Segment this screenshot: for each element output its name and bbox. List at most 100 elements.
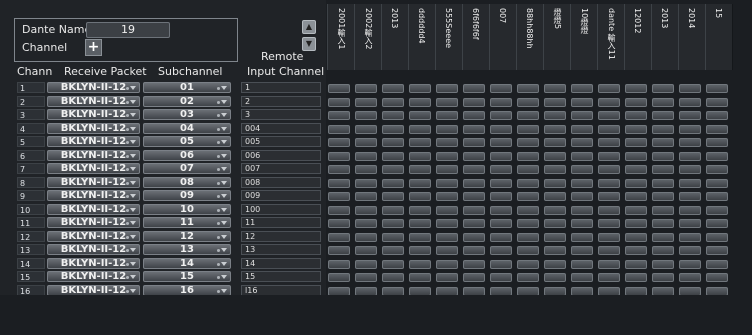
routing-cell[interactable] [463,124,485,134]
scroll-down-button[interactable]: ▼ [302,37,316,51]
routing-cell[interactable] [625,84,647,93]
routing-cell[interactable] [544,84,566,93]
receive-packet-select[interactable]: BKLYN-II-12 [47,176,140,188]
routing-cell[interactable] [490,97,512,107]
routing-cell[interactable] [328,205,350,215]
routing-cell[interactable] [652,124,674,134]
routing-cell[interactable] [517,259,539,269]
routing-cell[interactable] [517,111,539,120]
routing-cell[interactable] [571,151,593,161]
routing-cell[interactable] [436,151,458,161]
routing-cell[interactable] [409,97,431,107]
remote-channel-header[interactable]: 15 [705,4,733,70]
routing-cell[interactable] [436,111,458,120]
routing-cell[interactable] [625,97,647,107]
routing-cell[interactable] [679,97,701,107]
routing-cell[interactable] [679,192,701,201]
routing-cell[interactable] [571,273,593,282]
receive-packet-select[interactable]: BKLYN-II-12 [47,149,140,161]
routing-cell[interactable] [436,124,458,134]
subchannel-select[interactable]: 16 [143,284,231,296]
routing-cell[interactable] [490,111,512,120]
receive-packet-select[interactable]: BKLYN-II-12 [47,271,140,282]
subchannel-select[interactable]: 08 [143,176,231,188]
input-channel-field[interactable]: 100 [241,203,321,215]
input-channel-field[interactable]: 006 [241,149,321,161]
routing-cell[interactable] [652,205,674,215]
routing-cell[interactable] [382,259,404,269]
routing-cell[interactable] [652,178,674,188]
routing-cell[interactable] [679,178,701,188]
receive-packet-select[interactable]: BKLYN-II-12 [47,244,140,255]
routing-cell[interactable] [490,165,512,174]
routing-cell[interactable] [598,232,620,242]
routing-cell[interactable] [382,178,404,188]
routing-cell[interactable] [463,178,485,188]
routing-cell[interactable] [598,205,620,215]
routing-cell[interactable] [382,84,404,93]
routing-cell[interactable] [436,97,458,107]
routing-cell[interactable] [652,97,674,107]
routing-cell[interactable] [409,273,431,282]
routing-cell[interactable] [517,205,539,215]
routing-cell[interactable] [625,124,647,134]
routing-cell[interactable] [679,232,701,242]
routing-cell[interactable] [544,111,566,120]
routing-cell[interactable] [355,111,377,120]
subchannel-select[interactable]: 06 [143,149,231,161]
routing-cell[interactable] [652,84,674,93]
routing-cell[interactable] [490,138,512,147]
subchannel-select[interactable]: 09 [143,190,231,201]
routing-cell[interactable] [652,259,674,269]
routing-cell[interactable] [436,246,458,255]
routing-cell[interactable] [490,205,512,215]
routing-cell[interactable] [463,205,485,215]
routing-cell[interactable] [571,138,593,147]
routing-cell[interactable] [517,246,539,255]
routing-cell[interactable] [328,84,350,93]
routing-cell[interactable] [598,111,620,120]
input-channel-field[interactable]: 007 [241,163,321,174]
routing-cell[interactable] [706,138,728,147]
input-channel-field[interactable]: 2 [241,95,321,107]
routing-cell[interactable] [679,124,701,134]
input-channel-field[interactable]: 12 [241,230,321,242]
routing-cell[interactable] [382,219,404,228]
receive-packet-select[interactable]: BKLYN-II-12 [47,217,140,228]
input-channel-field[interactable]: 004 [241,122,321,134]
routing-cell[interactable] [355,273,377,282]
routing-cell[interactable] [625,178,647,188]
routing-cell[interactable] [355,205,377,215]
routing-cell[interactable] [463,259,485,269]
routing-cell[interactable] [436,219,458,228]
input-channel-field[interactable]: 3 [241,109,321,120]
routing-cell[interactable] [598,178,620,188]
routing-cell[interactable] [679,273,701,282]
routing-cell[interactable] [652,138,674,147]
routing-cell[interactable] [544,273,566,282]
routing-cell[interactable] [544,178,566,188]
routing-cell[interactable] [436,232,458,242]
routing-cell[interactable] [679,138,701,147]
routing-cell[interactable] [328,259,350,269]
routing-cell[interactable] [409,192,431,201]
routing-cell[interactable] [409,124,431,134]
receive-packet-select[interactable]: BKLYN-II-12 [47,203,140,215]
subchannel-select[interactable]: 10 [143,203,231,215]
input-channel-field[interactable]: 13 [241,244,321,255]
routing-cell[interactable] [706,151,728,161]
routing-cell[interactable] [652,273,674,282]
routing-cell[interactable] [652,219,674,228]
routing-cell[interactable] [598,246,620,255]
routing-cell[interactable] [706,232,728,242]
remote-channel-header[interactable]: 10燈燈 [570,4,598,70]
routing-cell[interactable] [463,111,485,120]
routing-cell[interactable] [706,165,728,174]
routing-cell[interactable] [382,124,404,134]
routing-cell[interactable] [517,219,539,228]
routing-cell[interactable] [355,246,377,255]
routing-cell[interactable] [463,273,485,282]
routing-cell[interactable] [382,151,404,161]
routing-cell[interactable] [328,192,350,201]
remote-channel-header[interactable]: 2001輸入1 [327,4,355,70]
